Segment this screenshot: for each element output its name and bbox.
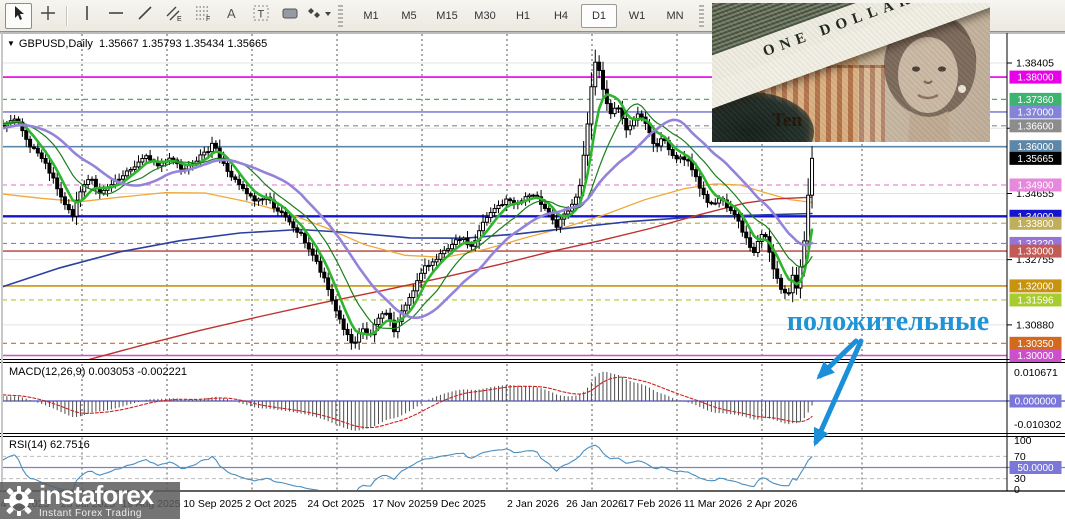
macd-axis-label: 0.010671 (1014, 367, 1058, 379)
price-level-badge-label: 1.30350 (1017, 339, 1054, 350)
price-level-badge-label: 1.38000 (1017, 73, 1054, 84)
date-label: 11 Mar 2026 (684, 498, 742, 510)
date-label: 24 Oct 2025 (307, 498, 364, 510)
rectangle-tool-button[interactable] (276, 3, 303, 29)
toolbar-separator (66, 5, 68, 26)
price-level-badge-label: 1.36000 (1017, 142, 1054, 153)
broker-watermark: instaforex Instant Forex Trading (0, 482, 180, 519)
equidistant-channel-icon: E (165, 4, 183, 27)
price-level-badge-label: 50.0000 (1017, 463, 1054, 474)
currency-photo: Ten 3549675 F ONE DOLLAR (712, 3, 990, 142)
timeframe-mn-button[interactable]: MN (657, 4, 693, 28)
symbol-quote-line: ▼ GBPUSD,Daily 1.35667 1.35793 1.35434 1.… (7, 38, 267, 50)
analyst-annotation-text: положительные (786, 306, 990, 337)
date-label: 2 Jan 2026 (507, 498, 559, 510)
price-level-badge-label: 1.36600 (1017, 121, 1054, 132)
date-label: 26 Jan 2026 (566, 498, 624, 510)
date-label: 17 Nov 2025 (372, 498, 432, 510)
trendline-tool-button[interactable] (131, 3, 158, 29)
timeframe-d1-button[interactable]: D1 (581, 3, 617, 28)
rsi-axis-label: 100 (1014, 435, 1032, 447)
crosshair-icon (39, 4, 57, 27)
toolbar-grip[interactable] (699, 4, 704, 27)
mt4-chart-window: 1.384051.365301.346551.327551.308801.380… (0, 0, 1065, 521)
price-axis[interactable]: 1.384051.365301.346551.327551.308801.380… (1007, 58, 1062, 497)
toolbar-grip[interactable] (338, 4, 343, 27)
fibonacci-tool-button[interactable]: F (189, 3, 216, 29)
macd-axis-label: -0.010302 (1014, 419, 1061, 431)
horizontal-line-tool-button[interactable] (102, 3, 129, 29)
price-tick-label: 1.30880 (1016, 319, 1054, 331)
photo-grain-overlay (712, 3, 990, 142)
text-label-icon: T (252, 4, 270, 27)
svg-text:T: T (257, 9, 264, 21)
price-tick-label: 1.38405 (1016, 58, 1054, 70)
date-label: 9 Dec 2025 (432, 498, 486, 510)
drawing-toolbar: EFAT (4, 2, 348, 29)
text-icon: A (223, 4, 241, 27)
symbol-name: GBPUSD,Daily (18, 38, 93, 50)
svg-text:F: F (206, 16, 210, 22)
vertical-line-icon (78, 4, 96, 27)
cursor-tool-button[interactable] (5, 2, 32, 29)
price-level-badge-label: 1.35665 (1017, 154, 1054, 165)
cursor-icon (10, 4, 28, 27)
timeframe-m1-button[interactable]: M1 (353, 4, 389, 28)
arrows-tool-button[interactable] (305, 3, 332, 29)
rsi-indicator-label: RSI(14) 62.7516 (9, 439, 90, 451)
rsi-axis-label: 0 (1014, 484, 1020, 496)
timeframe-m5-button[interactable]: M5 (391, 4, 427, 28)
instaforex-gear-icon (4, 485, 34, 516)
arrows-icon (306, 4, 332, 27)
price-level-badge-label: 1.37360 (1017, 95, 1054, 106)
price-level-badge-label: 1.33800 (1017, 219, 1054, 230)
trendline-icon (136, 4, 154, 27)
date-label: 2 Oct 2025 (245, 498, 297, 510)
svg-text:E: E (177, 16, 182, 22)
macd-pane (2, 371, 1065, 431)
timeframe-h1-button[interactable]: H1 (505, 4, 541, 28)
price-level-badge-label: 1.37000 (1017, 107, 1054, 118)
rectangle-icon (281, 4, 299, 27)
price-level-badge-label: 1.33000 (1017, 247, 1054, 258)
watermark-title: instaforex (39, 480, 154, 510)
slow-moving-averages (2, 183, 813, 359)
price-level-badge-label: 1.30000 (1017, 351, 1054, 362)
timeframe-h4-button[interactable]: H4 (543, 4, 579, 28)
date-label: 2 Apr 2026 (747, 498, 798, 510)
text-tool-button[interactable]: A (218, 3, 245, 29)
horizontal-line-icon (107, 4, 125, 27)
fibonacci-icon: F (194, 4, 212, 27)
text-label-tool-button[interactable]: T (247, 3, 274, 29)
timeframe-m15-button[interactable]: M15 (429, 4, 465, 28)
date-label: 10 Sep 2025 (183, 498, 243, 510)
price-level-badge-label: 1.34900 (1017, 180, 1054, 191)
candlestick-series (2, 49, 815, 350)
timeframe-w1-button[interactable]: W1 (619, 4, 655, 28)
equidistant-channel-tool-button[interactable]: E (160, 3, 187, 29)
date-label: 17 Feb 2026 (623, 498, 682, 510)
svg-text:A: A (227, 6, 236, 21)
price-level-badge-label: 1.31596 (1017, 295, 1054, 306)
vertical-line-tool-button[interactable] (73, 3, 100, 29)
price-level-badge-label: 0.000000 (1015, 397, 1057, 408)
ohlc-quotes: 1.35667 1.35793 1.35434 1.35665 (99, 38, 268, 50)
watermark-subtitle: Instant Forex Trading (39, 508, 142, 519)
price-level-badge-label: 1.32000 (1017, 281, 1054, 292)
macd-indicator-label: MACD(12,26,9) 0.003053 -0.002221 (9, 366, 187, 378)
chevron-down-icon[interactable]: ▼ (7, 39, 15, 48)
crosshair-tool-button[interactable] (34, 3, 61, 29)
timeframe-toolbar: M1 M5 M15 M30 H1 H4 D1 W1 MN (352, 3, 694, 28)
timeframe-m30-button[interactable]: M30 (467, 4, 503, 28)
